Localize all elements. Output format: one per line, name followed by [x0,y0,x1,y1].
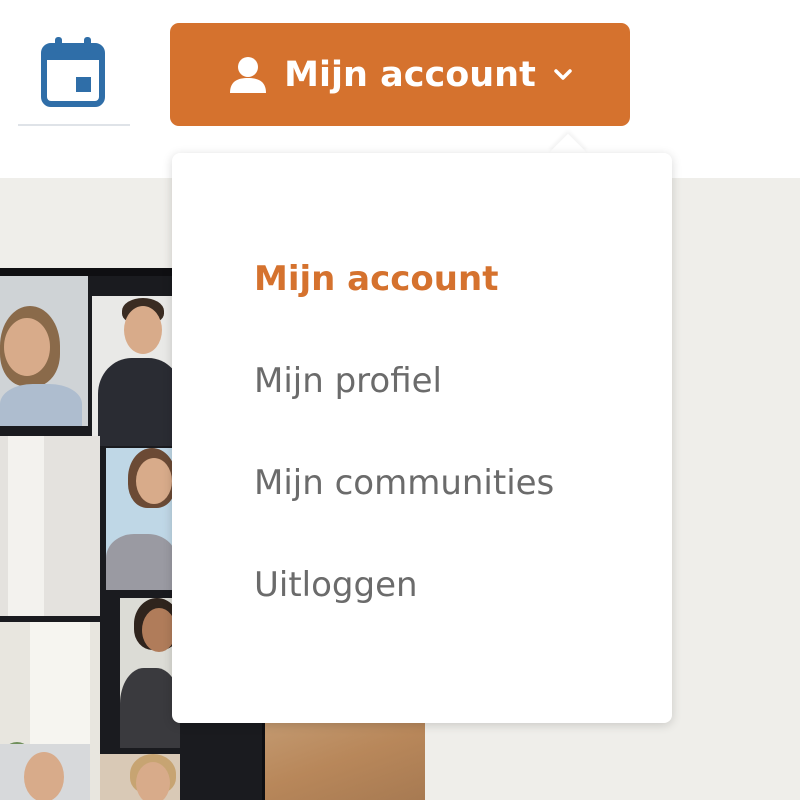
participant-tile [0,276,88,426]
calendar-icon [41,37,105,107]
participant-tile [92,296,182,446]
participant-tile [0,436,100,616]
participant-tile [120,598,180,748]
participant-tile [106,448,176,590]
menu-item-mijn-communities[interactable]: Mijn communities [254,457,554,559]
calendar-tab-underline [18,124,130,126]
participant-tile [100,754,180,800]
user-icon [228,55,268,95]
account-menu-button[interactable]: Mijn account [170,23,630,126]
menu-item-mijn-profiel[interactable]: Mijn profiel [254,355,554,457]
menu-item-uitloggen[interactable]: Uitloggen [254,559,554,661]
account-button-label: Mijn account [284,54,536,95]
participant-tile [0,744,90,800]
menu-item-mijn-account[interactable]: Mijn account [254,253,554,355]
calendar-button[interactable] [18,28,130,126]
account-dropdown-menu: Mijn account Mijn profiel Mijn communiti… [172,153,672,723]
dropdown-menu-list: Mijn account Mijn profiel Mijn communiti… [254,253,554,661]
chevron-down-icon [554,68,572,82]
